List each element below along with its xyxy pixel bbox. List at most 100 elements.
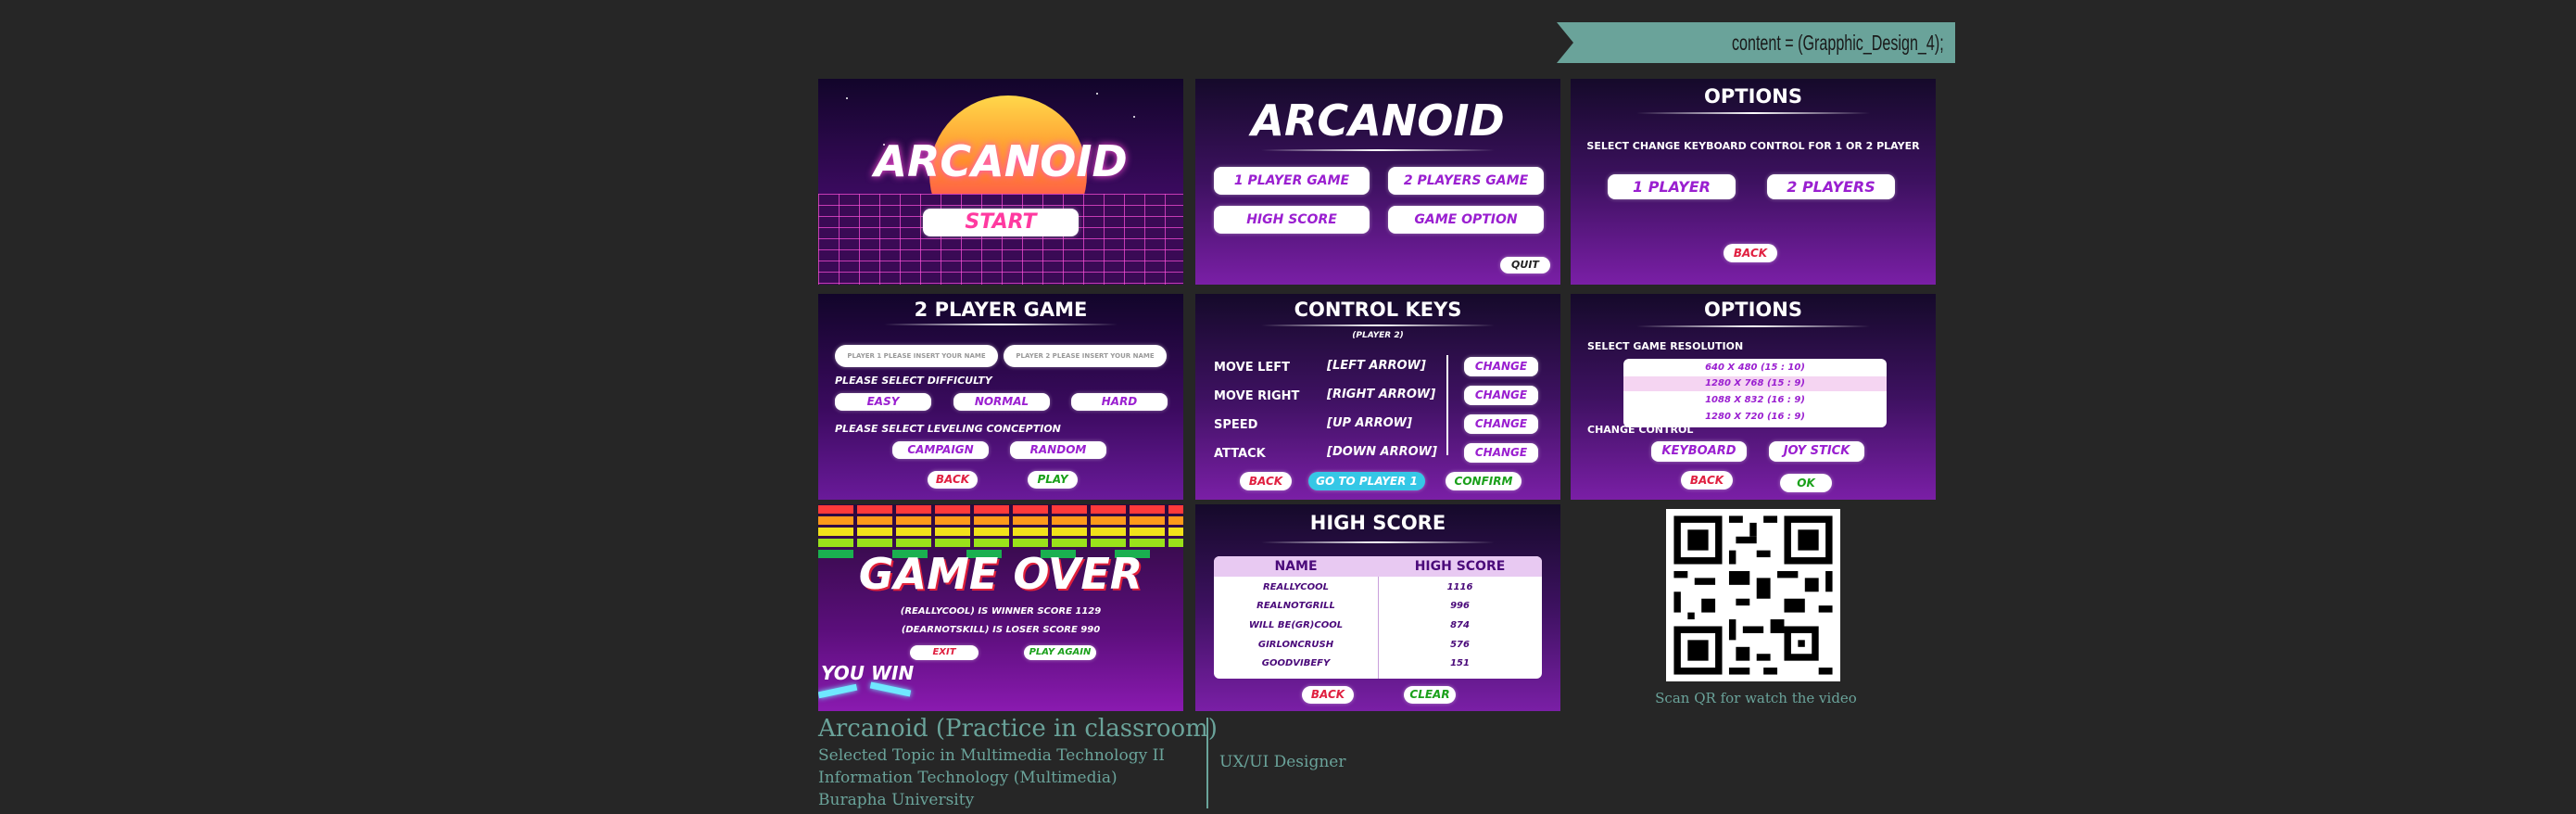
screen-title: OPTIONS xyxy=(1704,299,1802,321)
start-button[interactable]: START xyxy=(923,209,1079,236)
resolution-option-selected[interactable]: 1280 X 768 (15 : 9) xyxy=(1623,376,1887,391)
qr-code-icon xyxy=(1667,509,1839,681)
screen-title: ARCANOID START xyxy=(818,79,1183,285)
back-button[interactable]: BACK xyxy=(1240,472,1292,490)
star xyxy=(1096,93,1098,95)
back-button[interactable]: BACK xyxy=(1724,244,1777,262)
divider xyxy=(883,324,1118,325)
normal-button[interactable]: NORMAL xyxy=(953,393,1050,411)
change-key-button[interactable]: CHANGE xyxy=(1464,357,1538,376)
campaign-button[interactable]: CAMPAIGN xyxy=(892,441,989,459)
change-key-button[interactable]: CHANGE xyxy=(1464,386,1538,405)
star xyxy=(1133,116,1135,118)
brick-row xyxy=(818,539,1183,547)
hard-button[interactable]: HARD xyxy=(1071,393,1168,411)
brick-row xyxy=(818,516,1183,525)
score-name: REALLYCOOL xyxy=(1262,582,1330,592)
exit-button[interactable]: EXIT xyxy=(910,645,979,660)
course-line: Selected Topic in Multimedia Technology … xyxy=(818,746,1166,765)
leveling-label: PLEASE SELECT LEVELING CONCEPTION xyxy=(835,423,1061,435)
score-name: WILL BE(GR)COOL xyxy=(1248,620,1344,630)
game-logo: ARCANOID xyxy=(1251,95,1505,146)
screen-title: CONTROL KEYS xyxy=(1294,299,1462,321)
one-player-button[interactable]: 1 PLAYER xyxy=(1608,174,1736,199)
two-players-button[interactable]: 2 PLAYERS xyxy=(1767,174,1895,199)
score-value: 874 xyxy=(1450,620,1470,630)
player1-name-input[interactable]: PLAYER 1 PLEASE INSERT YOUR NAME xyxy=(835,345,998,367)
divider xyxy=(1635,112,1871,114)
change-key-button[interactable]: CHANGE xyxy=(1464,443,1538,463)
player-label: (PLAYER 2) xyxy=(1352,331,1404,340)
game-logo: ARCANOID xyxy=(874,136,1128,186)
divider xyxy=(1260,541,1496,543)
action-label: MOVE RIGHT xyxy=(1214,389,1300,403)
loser-text: (DEARNOTSKILL) IS LOSER SCORE 990 xyxy=(901,625,1101,635)
resolution-option[interactable]: 1088 X 832 (16 : 9) xyxy=(1623,393,1887,408)
score-name: REALNOTGRILL xyxy=(1256,601,1335,611)
score-value: 996 xyxy=(1450,601,1470,611)
screen-game-over: GAME OVER (REALLYCOOL) IS WINNER SCORE 1… xyxy=(818,504,1183,711)
play-button[interactable]: PLAY xyxy=(1028,471,1078,489)
screen-control-keys: CONTROL KEYS (PLAYER 2) MOVE LEFT [LEFT … xyxy=(1195,294,1560,500)
divider xyxy=(1260,149,1496,151)
resolution-option[interactable]: 640 X 480 (15 : 10) xyxy=(1623,361,1887,375)
difficulty-label: PLEASE SELECT DIFFICULTY xyxy=(835,375,992,387)
action-label: ATTACK xyxy=(1214,447,1266,461)
ok-button[interactable]: OK xyxy=(1780,474,1832,492)
screen-main-menu: ARCANOID 1 PLAYER GAME 2 PLAYERS GAME HI… xyxy=(1195,79,1560,285)
resolution-list[interactable]: 640 X 480 (15 : 10) 1280 X 768 (15 : 9) … xyxy=(1623,359,1887,427)
paddle xyxy=(818,683,858,699)
name-column-header: NAME xyxy=(1274,559,1318,574)
resolution-label: SELECT GAME RESOLUTION xyxy=(1587,340,1744,352)
program-line: Information Technology (Multimedia) xyxy=(818,769,1118,787)
instruction-text: SELECT CHANGE KEYBOARD CONTROL FOR 1 OR … xyxy=(1586,140,1920,152)
brick-row xyxy=(818,528,1183,536)
qr-caption: Scan QR for watch the video xyxy=(1655,690,1857,706)
game-option-button[interactable]: GAME OPTION xyxy=(1388,206,1544,234)
random-button[interactable]: RANDOM xyxy=(1010,441,1106,459)
back-button[interactable]: BACK xyxy=(1302,686,1354,704)
confirm-button[interactable]: CONFIRM xyxy=(1446,472,1522,490)
screen-options-player: OPTIONS SELECT CHANGE KEYBOARD CONTROL F… xyxy=(1571,79,1936,285)
score-value: 151 xyxy=(1450,658,1470,668)
action-label: MOVE LEFT xyxy=(1214,361,1291,375)
game-over-title: GAME OVER xyxy=(858,549,1143,599)
role-label: UX/UI Designer xyxy=(1219,753,1346,771)
content-tag-text: content = (Grapphic_Design_4); xyxy=(1732,31,1944,55)
resolution-option[interactable]: 1280 X 720 (16 : 9) xyxy=(1623,410,1887,425)
quit-button[interactable]: QUIT xyxy=(1500,257,1550,273)
key-value: [UP ARROW] xyxy=(1327,416,1412,430)
joystick-button[interactable]: JOY STICK xyxy=(1769,441,1864,462)
divider xyxy=(1635,325,1871,327)
back-button[interactable]: BACK xyxy=(928,471,978,489)
divider xyxy=(1260,324,1496,326)
change-key-button[interactable]: CHANGE xyxy=(1464,414,1538,434)
one-player-button[interactable]: 1 PLAYER GAME xyxy=(1214,167,1370,195)
clear-button[interactable]: CLEAR xyxy=(1404,686,1456,704)
divider xyxy=(1446,355,1448,455)
you-win-text: YOU WIN xyxy=(821,662,915,684)
two-players-button[interactable]: 2 PLAYERS GAME xyxy=(1388,167,1544,195)
score-column-header: HIGH SCORE xyxy=(1414,559,1506,574)
star xyxy=(846,97,848,99)
easy-button[interactable]: EASY xyxy=(835,393,931,411)
go-to-player1-button[interactable]: GO TO PLAYER 1 xyxy=(1308,472,1425,490)
screen-two-player-game: 2 PLAYER GAME PLAYER 1 PLEASE INSERT YOU… xyxy=(818,294,1183,500)
score-name: GIRLONCRUSH xyxy=(1257,640,1334,650)
high-score-button[interactable]: HIGH SCORE xyxy=(1214,206,1370,234)
score-value: 1116 xyxy=(1446,582,1473,592)
key-value: [RIGHT ARROW] xyxy=(1327,388,1436,401)
screen-title: HIGH SCORE xyxy=(1309,512,1446,534)
score-value: 576 xyxy=(1450,640,1470,650)
screen-high-score: HIGH SCORE NAME HIGH SCORE REALLYCOOL 11… xyxy=(1195,504,1560,711)
back-button[interactable]: BACK xyxy=(1681,471,1733,490)
player2-name-input[interactable]: PLAYER 2 PLEASE INSERT YOUR NAME xyxy=(1004,345,1167,367)
qr-code[interactable] xyxy=(1666,509,1840,681)
screen-title: OPTIONS xyxy=(1704,85,1802,108)
play-again-button[interactable]: PLAY AGAIN xyxy=(1024,645,1096,660)
winner-text: (REALLYCOOL) IS WINNER SCORE 1129 xyxy=(900,606,1102,617)
high-score-table: NAME HIGH SCORE REALLYCOOL 1116 REALNOTG… xyxy=(1214,556,1542,679)
screen-title: 2 PLAYER GAME xyxy=(914,299,1088,321)
keyboard-button[interactable]: KEYBOARD xyxy=(1651,441,1747,462)
grid-floor xyxy=(818,194,1183,285)
